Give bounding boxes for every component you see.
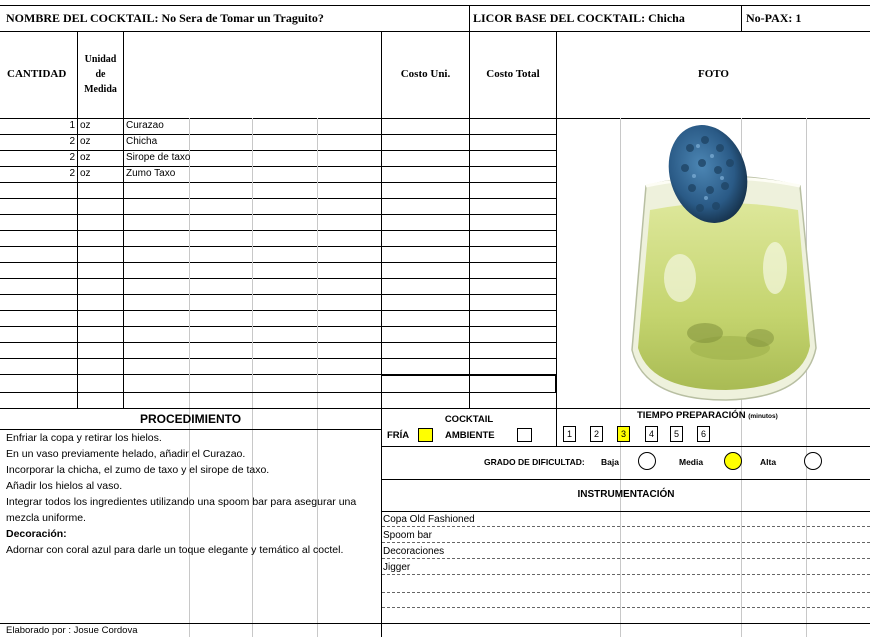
fria-label: FRÍA <box>387 430 410 441</box>
procedure-step: Enfriar la copa y retirar los hielos. <box>6 432 162 444</box>
grid-rule <box>0 294 557 295</box>
decoration-text: Adornar con coral azul para darle un toq… <box>6 544 344 556</box>
grid-rule <box>0 230 557 231</box>
ambiente-checkbox[interactable] <box>517 428 532 442</box>
col-costo-total: Costo Total <box>486 68 540 80</box>
grid-rule <box>0 214 557 215</box>
instrumentation-title: INSTRUMENTACIÓN <box>577 489 675 500</box>
ingredient-qty: 2 <box>69 136 75 147</box>
ingredient-qty: 2 <box>69 168 75 179</box>
ambiente-label: AMBIENTE <box>445 430 495 441</box>
fria-checkbox[interactable] <box>418 428 433 442</box>
cocktail-type-title: COCKTAIL <box>444 414 494 425</box>
pax-label: No-PAX: 1 <box>746 11 802 25</box>
ingredient-name: Sirope de taxo <box>126 152 191 163</box>
difficulty-baja-label: Baja <box>601 457 619 467</box>
prep-time-option-selected[interactable]: 3 <box>617 426 630 442</box>
procedure-step: Añadir los hielos al vaso. <box>6 480 123 492</box>
procedure-title: PROCEDIMIENTO <box>139 412 242 426</box>
grid-rule <box>0 198 557 199</box>
procedure-step: Integrar todos los ingredientes utilizan… <box>6 496 357 508</box>
col-foto: FOTO <box>698 68 729 80</box>
ingredient-unit: oz <box>80 152 91 163</box>
prep-time-option[interactable]: 2 <box>590 426 603 442</box>
col-unidad-medida: Unidad de Medida <box>84 54 117 95</box>
prep-time-option[interactable]: 1 <box>563 426 576 442</box>
procedure-step: En un vaso previamente helado, añadir el… <box>6 448 246 460</box>
author-label: Elaborado por : Josue Cordova <box>6 625 138 636</box>
col-cantidad: CANTIDAD <box>7 68 67 80</box>
instrument-item: Decoraciones <box>383 546 445 557</box>
instrument-item: Copa Old Fashioned <box>383 514 475 525</box>
grid-rule <box>0 246 557 247</box>
prep-time-title: TIEMPO PREPARACIÓN (minutos) <box>637 410 778 421</box>
grid-rule <box>0 326 557 327</box>
prep-time-option[interactable]: 5 <box>670 426 683 442</box>
grid-rule <box>0 278 557 279</box>
ingredient-name: Chicha <box>126 136 158 147</box>
col-costo-uni: Costo Uni. <box>400 68 451 80</box>
ingredient-qty: 2 <box>69 152 75 163</box>
ingredient-unit: oz <box>80 136 91 147</box>
difficulty-baja-radio[interactable] <box>638 452 656 470</box>
decoration-label: Decoración: <box>6 528 67 540</box>
prep-time-option[interactable]: 4 <box>645 426 658 442</box>
grid-rule <box>0 262 557 263</box>
difficulty-label: GRADO DE DIFICULTAD: <box>484 457 585 467</box>
ingredient-unit: oz <box>80 168 91 179</box>
difficulty-media-label: Media <box>679 457 704 467</box>
base-liquor-label: LICOR BASE DEL COCKTAIL: Chicha <box>473 11 685 25</box>
cocktail-name-title: NOMBRE DEL COCKTAIL: No Sera de Tomar un… <box>6 11 324 25</box>
cocktail-photo <box>631 125 817 401</box>
ingredient-name: Zumo Taxo <box>126 168 176 179</box>
ingredient-name: Curazao <box>126 120 164 131</box>
difficulty-alta-label: Alta <box>760 457 777 467</box>
difficulty-alta-radio[interactable] <box>804 452 822 470</box>
ingredient-qty: 1 <box>69 120 75 131</box>
grid-rule <box>0 358 557 359</box>
ingredient-unit: oz <box>80 120 91 131</box>
grid-rule <box>0 310 557 311</box>
grid-rule <box>0 342 557 343</box>
instrument-item: Jigger <box>383 562 411 573</box>
procedure-step: mezcla uniforme. <box>6 512 86 524</box>
instrument-item: Spoom bar <box>383 530 432 541</box>
procedure-step: Incorporar la chicha, el zumo de taxo y … <box>6 464 270 476</box>
grid-rule <box>0 182 557 183</box>
prep-time-option[interactable]: 6 <box>697 426 710 442</box>
difficulty-media-radio[interactable] <box>724 452 742 470</box>
